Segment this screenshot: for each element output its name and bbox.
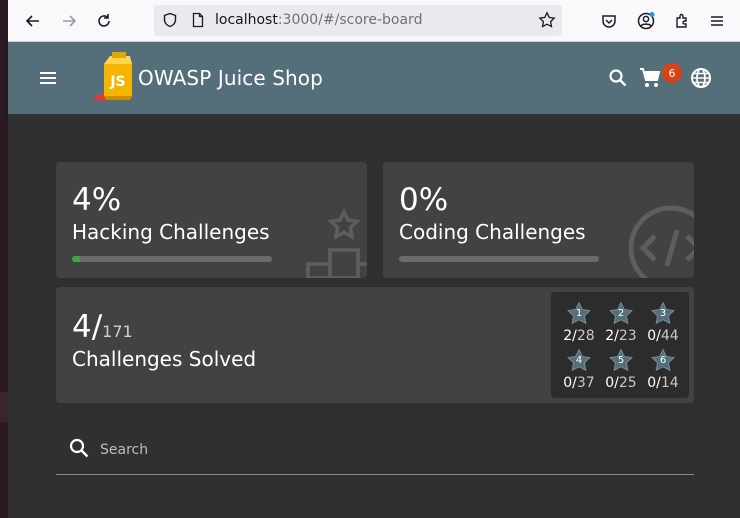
page-info-icon[interactable]: [190, 12, 206, 32]
challenges-solved-card: 4/171 Challenges Solved 1 2/28 2 2/23 3 0/44 4…: [56, 287, 694, 403]
difficulty-level: 1: [575, 308, 583, 319]
app-title[interactable]: OWASP Juice Shop: [138, 66, 323, 90]
podium-star-icon: [306, 208, 367, 278]
desktop-edge: [0, 0, 8, 518]
difficulty-solved: 0/: [605, 375, 619, 391]
language-globe-icon[interactable]: [690, 67, 712, 93]
difficulty-solved: 0/: [647, 328, 661, 344]
url-text[interactable]: localhost:3000/#/score-board: [215, 12, 422, 28]
coding-percent: 0%: [399, 182, 449, 218]
forward-arrow-icon[interactable]: [58, 10, 80, 32]
difficulty-star-icon: 5: [608, 348, 634, 374]
difficulty-star-icon: 4: [566, 348, 592, 374]
score-board-content: 4% Hacking Challenges 0% Coding Challeng…: [8, 114, 740, 518]
difficulty-6[interactable]: 6 0/14: [643, 348, 683, 394]
search-input[interactable]: [100, 437, 660, 463]
difficulty-total: 25: [618, 375, 637, 391]
difficulty-total: 37: [576, 375, 595, 391]
search-icon: [68, 437, 90, 463]
difficulty-level: 6: [659, 355, 667, 366]
menu-icon[interactable]: [36, 66, 60, 94]
pocket-icon[interactable]: [598, 10, 620, 32]
difficulty-count: 0/44: [643, 328, 683, 344]
cart-count-badge: 6: [662, 63, 682, 83]
tracking-shield-icon[interactable]: [162, 12, 178, 32]
logo-lettering: JS: [109, 74, 125, 90]
reload-icon[interactable]: [93, 10, 115, 32]
difficulty-star-icon: 6: [650, 348, 676, 374]
app-menu-icon[interactable]: [706, 10, 728, 32]
hacking-progress-fill: [72, 256, 80, 262]
difficulty-star-icon: 1: [566, 301, 592, 327]
hacking-progress-bar: [72, 256, 272, 262]
address-bar[interactable]: localhost:3000/#/score-board: [154, 5, 562, 36]
bookmark-star-icon[interactable]: [538, 11, 556, 33]
difficulty-solved: 2/: [605, 328, 619, 344]
difficulty-star-icon: 3: [650, 301, 676, 327]
coding-challenges-card: 0% Coding Challenges: [383, 162, 694, 278]
difficulty-level: 4: [575, 355, 583, 366]
difficulty-total: 44: [660, 328, 679, 344]
difficulty-4[interactable]: 4 0/37: [559, 348, 599, 394]
app-toolbar: JS OWASP Juice Shop 6: [8, 42, 740, 114]
url-path: :3000/#/score-board: [277, 12, 423, 28]
juice-shop-logo[interactable]: JS: [90, 50, 142, 110]
difficulty-2[interactable]: 2 2/23: [601, 301, 641, 347]
difficulty-count: 2/23: [601, 328, 641, 344]
shopping-cart-icon[interactable]: [638, 66, 662, 94]
difficulty-count: 0/14: [643, 375, 683, 391]
difficulty-total: 23: [618, 328, 637, 344]
hacking-challenges-card: 4% Hacking Challenges: [56, 162, 367, 278]
coding-progress-bar: [399, 256, 599, 262]
desktop-edge-accent: [0, 392, 8, 422]
code-brackets-icon: [625, 202, 694, 278]
difficulty-count: 0/25: [601, 375, 641, 391]
difficulty-level: 5: [617, 355, 625, 366]
difficulty-5[interactable]: 5 0/25: [601, 348, 641, 394]
difficulty-count: 2/28: [559, 328, 599, 344]
extensions-icon[interactable]: [671, 10, 693, 32]
difficulty-total: 14: [660, 375, 679, 391]
challenge-search[interactable]: [56, 427, 694, 475]
solved-total: 171: [102, 322, 133, 341]
difficulty-star-icon: 2: [608, 301, 634, 327]
search-icon[interactable]: [608, 68, 628, 92]
back-arrow-icon[interactable]: [22, 10, 44, 32]
difficulty-3[interactable]: 3 0/44: [643, 301, 683, 347]
difficulty-summary: 1 2/28 2 2/23 3 0/44 4 0/37 5 0/25 6 0/14: [551, 292, 689, 398]
solved-label: Challenges Solved: [72, 347, 257, 371]
hacking-label: Hacking Challenges: [72, 220, 270, 244]
solved-number: 4/: [72, 309, 103, 345]
url-host: localhost: [215, 12, 278, 28]
difficulty-solved: 0/: [563, 375, 577, 391]
difficulty-solved: 0/: [647, 375, 661, 391]
hacking-percent: 4%: [72, 182, 122, 218]
account-icon[interactable]: [635, 10, 657, 32]
difficulty-solved: 2/: [563, 328, 577, 344]
browser-toolbar: localhost:3000/#/score-board: [8, 0, 740, 42]
difficulty-level: 3: [659, 308, 667, 319]
coding-label: Coding Challenges: [399, 220, 586, 244]
difficulty-level: 2: [617, 308, 625, 319]
difficulty-1[interactable]: 1 2/28: [559, 301, 599, 347]
difficulty-count: 0/37: [559, 375, 599, 391]
difficulty-total: 28: [576, 328, 595, 344]
solved-count: 4/171: [72, 309, 133, 345]
